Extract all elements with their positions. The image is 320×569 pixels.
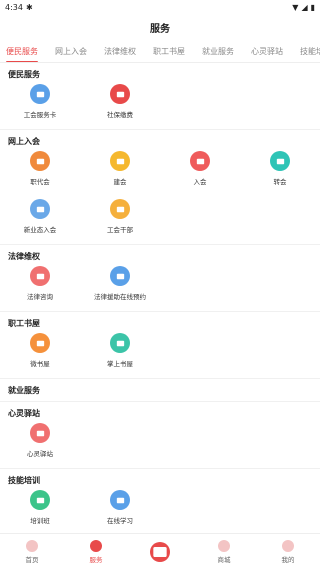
service-item[interactable]: 法律咨询 (0, 263, 80, 311)
service-item-label: 微书屋 (30, 360, 50, 368)
nav-item-0[interactable]: 首页 (0, 534, 64, 569)
section-2: 法律维权法律咨询 法律援助在线预约 (0, 245, 320, 312)
section-6: 技能培训培训班 在线学习 (0, 469, 320, 534)
nav-item-4[interactable]: 我的 (256, 534, 320, 569)
service-grid: 心灵驿站 (0, 420, 320, 468)
service-item[interactable]: 入会 (160, 148, 240, 196)
center-card-icon (150, 541, 170, 562)
tab-3[interactable]: 职工书屋 (153, 40, 185, 62)
category-tabs: 便民服务网上入会法律维权职工书屋就业服务心灵驿站技能培训 (0, 40, 320, 63)
service-item-label: 掌上书屋 (107, 360, 133, 368)
service-item[interactable]: 掌上书屋 (80, 330, 160, 378)
tab-6[interactable]: 技能培训 (300, 40, 320, 62)
service-grid: 微书屋 掌上书屋 (0, 330, 320, 378)
page-title: 服务 (150, 23, 170, 35)
legal-aid-icon (110, 266, 130, 286)
tab-1[interactable]: 网上入会 (55, 40, 87, 62)
service-list: 便民服务 工会服务卡 社保缴费 网上入会 职代会 建会 入会 转会 新业态入会 工会干部 法律维权法… (0, 63, 320, 534)
service-item[interactable]: 新业态入会 (0, 196, 80, 244)
service-item[interactable]: 法律援助在线预约 (80, 263, 160, 311)
consult-icon (30, 266, 50, 286)
cadre-icon (110, 199, 130, 219)
service-item[interactable]: 心灵驿站 (0, 420, 80, 468)
nav-label: 服务 (89, 555, 103, 564)
home-icon (26, 539, 38, 552)
card-icon (30, 84, 50, 104)
service-item-label: 入会 (193, 178, 207, 186)
service-item-label: 新业态入会 (23, 226, 57, 234)
status-time: 4:34 (5, 2, 23, 12)
service-item[interactable]: 在线学习 (80, 487, 160, 534)
service-item-label: 工会干部 (107, 226, 133, 234)
service-grid: 法律咨询 法律援助在线预约 (0, 263, 320, 311)
nav-label: 首页 (25, 555, 39, 564)
wifi-icon: ▼ (292, 2, 299, 12)
service-item-label: 法律援助在线预约 (94, 293, 146, 301)
tab-0[interactable]: 便民服务 (6, 40, 38, 62)
profile-icon (282, 539, 294, 552)
service-item-label: 在线学习 (107, 517, 133, 525)
service-item-label: 工会服务卡 (23, 111, 57, 119)
nav-item-3[interactable]: 商城 (192, 534, 256, 569)
nav-item-1[interactable]: 服务 (64, 534, 128, 569)
nav-label: 我的 (281, 555, 295, 564)
section-5: 心灵驿站 心灵驿站 (0, 402, 320, 469)
service-item[interactable]: 社保缴费 (80, 81, 160, 129)
service-item[interactable]: 工会干部 (80, 196, 160, 244)
service-item[interactable]: 微书屋 (0, 330, 80, 378)
training-class-icon (30, 490, 50, 510)
building-icon (110, 151, 130, 171)
tab-5[interactable]: 心灵驿站 (251, 40, 283, 62)
section-title: 职工书屋 (8, 319, 40, 328)
service-item[interactable]: 工会服务卡 (0, 81, 80, 129)
section-title: 心灵驿站 (8, 409, 40, 418)
page-header: 服务 (0, 14, 320, 40)
transfer-icon (270, 151, 290, 171)
online-learning-icon (110, 490, 130, 510)
section-3: 职工书屋微书屋 掌上书屋 (0, 312, 320, 379)
notification-icon: ✱ (25, 2, 33, 12)
heart-station-icon (30, 423, 50, 443)
service-grid: 职代会 建会 入会 转会新业态入会 工会干部 (0, 148, 320, 244)
service-item-label: 培训班 (30, 517, 50, 525)
battery-icon: ▮ (310, 2, 315, 12)
section-title: 技能培训 (8, 476, 40, 485)
signal-icon: ◢ (301, 2, 308, 12)
service-grid: 培训班 在线学习 (0, 487, 320, 534)
bottom-nav: 首页 服务 商城 我的 (0, 533, 320, 569)
service-item-label: 转会 (273, 178, 287, 186)
section-title: 网上入会 (8, 137, 40, 146)
tab-4[interactable]: 就业服务 (202, 40, 234, 62)
section-4: 就业服务 (0, 379, 320, 402)
service-item-label: 心灵驿站 (27, 450, 53, 458)
add-member-icon (190, 151, 210, 171)
new-member-icon (30, 199, 50, 219)
nav-label: 商城 (217, 555, 231, 564)
micro-library-icon (30, 333, 50, 353)
service-item[interactable]: 建会 (80, 148, 160, 196)
section-title: 就业服务 (8, 386, 40, 395)
service-icon (90, 539, 102, 552)
section-1: 网上入会职代会 建会 入会 转会新业态入会 工会干部 (0, 130, 320, 245)
service-item[interactable]: 转会 (240, 148, 320, 196)
service-item-label: 社保缴费 (107, 111, 133, 119)
service-item-label: 职代会 (30, 178, 50, 186)
service-item[interactable]: 培训班 (0, 487, 80, 534)
mall-icon (218, 539, 230, 552)
section-0: 便民服务工会服务卡 社保缴费 (0, 63, 320, 130)
social-security-icon (110, 84, 130, 104)
service-item-label: 法律咨询 (27, 293, 53, 301)
service-grid: 工会服务卡 社保缴费 (0, 81, 320, 129)
section-title: 法律维权 (8, 252, 40, 261)
status-bar: 4:34 ✱ ▼ ◢ ▮ (0, 0, 320, 14)
service-item-label: 建会 (113, 178, 127, 186)
people-meeting-icon (30, 151, 50, 171)
section-title: 便民服务 (8, 70, 40, 79)
tab-2[interactable]: 法律维权 (104, 40, 136, 62)
service-item[interactable]: 职代会 (0, 148, 80, 196)
nav-item-2[interactable] (128, 534, 192, 569)
pocket-library-icon (110, 333, 130, 353)
